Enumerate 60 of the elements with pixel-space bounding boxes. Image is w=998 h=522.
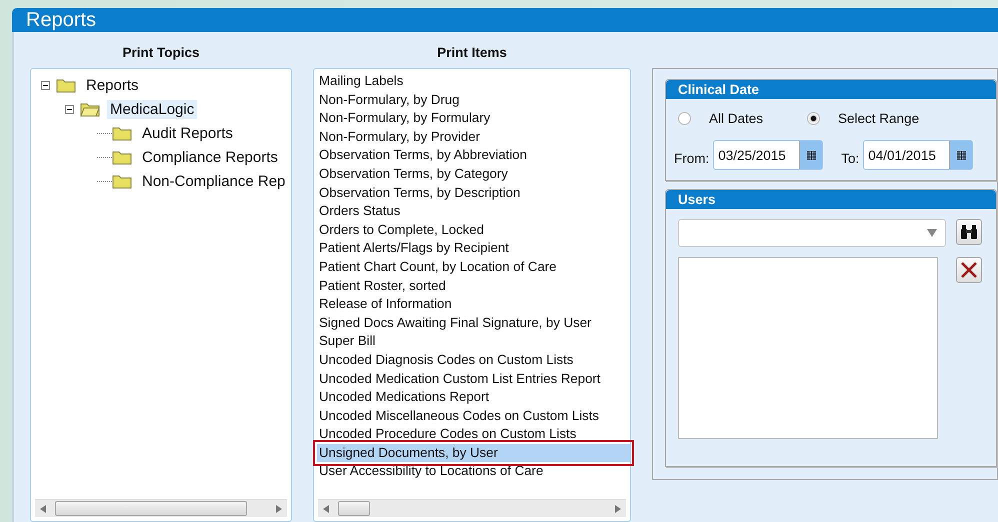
list-item[interactable]: User Accessibility to Locations of Care	[317, 462, 628, 482]
group-header: Clinical Date	[666, 80, 996, 99]
date-field[interactable]: 04/01/2015	[863, 140, 974, 170]
radio-option[interactable]: Select Range	[807, 111, 920, 126]
list-item[interactable]: Uncoded Diagnosis Codes on Custom Lists	[317, 350, 628, 370]
from-label: From:	[674, 150, 710, 166]
binoculars-icon	[960, 223, 978, 241]
list-item[interactable]: Orders Status	[317, 202, 628, 221]
scroll-left-icon[interactable]	[323, 504, 329, 512]
column-heading: Print Items	[436, 44, 508, 62]
list-item[interactable]: Non-Formulary, by Formulary	[317, 109, 628, 128]
list-item[interactable]: Uncoded Miscellaneous Codes on Custom Lists	[317, 406, 628, 426]
caret-icon	[927, 229, 937, 237]
list-item[interactable]: Non-Formulary, by Provider	[317, 128, 628, 146]
collapse-icon[interactable]	[41, 80, 52, 90]
tree-item[interactable]: Compliance Reports	[139, 148, 281, 166]
folder-icon	[56, 77, 76, 93]
list-item[interactable]: Signed Docs Awaiting Final Signature, by User	[317, 314, 628, 332]
scroll-right-icon[interactable]	[276, 504, 282, 512]
scroll-left-icon[interactable]	[40, 504, 46, 512]
list-item[interactable]: Super Bill	[317, 332, 628, 351]
list-item[interactable]: Patient Alerts/Flags by Recipient	[317, 239, 628, 258]
list-item[interactable]: Mailing Labels	[317, 72, 628, 91]
list-item[interactable]: Orders to Complete, Locked	[317, 220, 628, 240]
horizontal-scrollbar[interactable]	[35, 499, 287, 517]
close-icon	[960, 261, 978, 279]
calendar-icon[interactable]	[949, 141, 972, 169]
folder-icon	[112, 125, 132, 141]
list-item[interactable]: Observation Terms, by Description	[317, 184, 628, 202]
scroll-thumb[interactable]	[338, 501, 370, 516]
to-label: To:	[841, 150, 860, 166]
list-item[interactable]: Uncoded Procedure Codes on Custom Lists	[317, 425, 628, 444]
radio-option[interactable]: All Dates	[678, 111, 764, 126]
tree-item[interactable]: Non-Compliance Rep	[139, 172, 288, 190]
folder-icon	[112, 173, 132, 189]
list-item[interactable]: Uncoded Medication Custom List Entries Report	[317, 370, 628, 388]
group-header: Users	[666, 190, 996, 209]
window-title: Reports	[26, 8, 96, 32]
list-item[interactable]: Release of Information	[317, 295, 628, 314]
list-item[interactable]: Uncoded Medications Report	[317, 388, 628, 407]
calendar-icon[interactable]	[799, 141, 822, 169]
list-item[interactable]: Observation Terms, by Abbreviation	[317, 146, 628, 165]
folder-icon	[80, 101, 100, 117]
list-item[interactable]: Unsigned Documents, by User	[317, 444, 630, 462]
tree-item[interactable]: Audit Reports	[139, 124, 236, 142]
scroll-right-icon[interactable]	[615, 504, 621, 512]
list-item[interactable]: Non-Formulary, by Drug	[317, 90, 628, 110]
date-field[interactable]: 03/25/2015	[713, 140, 824, 170]
scroll-thumb[interactable]	[55, 501, 247, 516]
remove-button[interactable]	[956, 257, 982, 283]
search-button[interactable]	[956, 219, 982, 245]
tree-item[interactable]: MedicaLogic	[107, 100, 198, 118]
tree-item[interactable]: Reports	[83, 76, 142, 94]
list-item[interactable]: Patient Roster, sorted	[317, 276, 628, 296]
horizontal-scrollbar[interactable]	[318, 499, 626, 517]
folder-icon	[112, 149, 132, 165]
column-heading: Print Topics	[121, 44, 200, 62]
list-item[interactable]: Observation Terms, by Category	[317, 164, 628, 184]
list-item[interactable]: Patient Chart Count, by Location of Care	[317, 258, 628, 277]
collapse-icon[interactable]	[65, 104, 76, 114]
